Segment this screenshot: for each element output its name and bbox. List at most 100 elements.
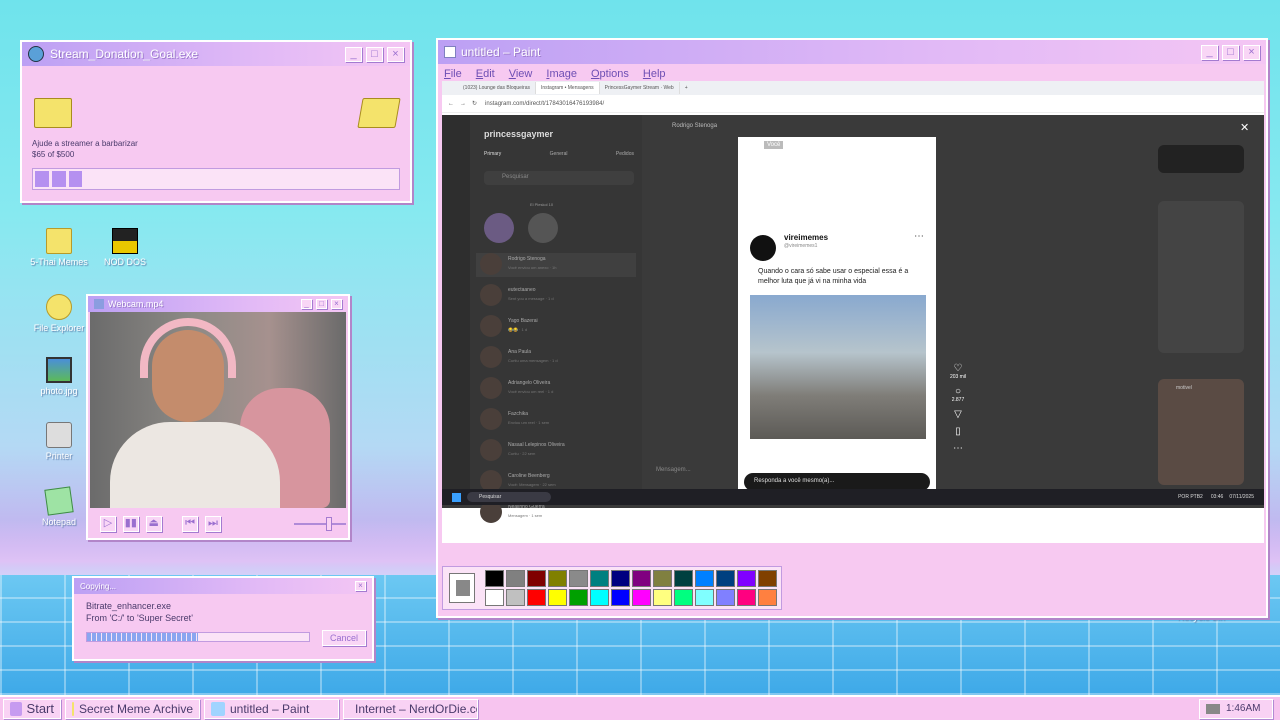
ig-chat-row[interactable]: Rodrigo Stenoga Você enviou um anexo · 1h <box>476 253 636 277</box>
close-button[interactable]: × <box>331 299 342 309</box>
desktop-icon-photo[interactable]: photo.jpg <box>22 357 96 396</box>
colour-cell[interactable] <box>590 570 609 587</box>
close-button[interactable]: × <box>387 46 404 62</box>
windows-search-box[interactable]: Pesquisar <box>467 492 551 502</box>
browser-tab[interactable]: (1023) Lounge das Bloqueiras <box>458 82 536 94</box>
ig-note-avatar[interactable] <box>484 213 514 243</box>
donation-goal-window[interactable]: Stream_Donation_Goal.exe _ □ × Ajude a s… <box>20 40 412 203</box>
close-button[interactable]: × <box>1243 44 1260 60</box>
pause-button[interactable]: ▮▮ <box>122 516 139 532</box>
minimize-button[interactable]: _ <box>1201 44 1218 60</box>
ig-chat-row[interactable]: Adriangelo Oliveira Você enviou um reel ·… <box>476 377 636 401</box>
colour-cell[interactable] <box>569 570 588 587</box>
next-button[interactable]: ⏭ <box>204 516 221 532</box>
colour-cell[interactable] <box>716 589 735 606</box>
colour-cell[interactable] <box>695 570 714 587</box>
desktop-icon-printer[interactable]: Printer <box>22 422 96 461</box>
colour-cell[interactable] <box>758 570 777 587</box>
webcam-titlebar[interactable]: Webcam.mp4 _ □ × <box>88 296 348 312</box>
colour-cell[interactable] <box>506 570 525 587</box>
menu-image[interactable]: Image <box>546 68 577 80</box>
url-text[interactable]: instagram.com/direct/t/17843016476193984… <box>485 101 604 107</box>
colour-cell[interactable] <box>590 589 609 606</box>
ig-chat-row[interactable]: Fazchika Enviou um reel · 1 sem <box>476 408 636 432</box>
browser-tab-active[interactable]: Instagram • Mensagens <box>536 82 600 94</box>
desktop-icon-file-explorer[interactable]: File Explorer <box>22 294 96 333</box>
ig-chat-header[interactable]: Rodrigo Stenoga <box>672 123 717 129</box>
forward-icon[interactable]: → <box>460 101 466 107</box>
current-colour-swatch[interactable] <box>449 573 475 603</box>
paint-titlebar[interactable]: untitled – Paint _ □ × <box>438 40 1266 64</box>
reel-video[interactable] <box>750 295 926 439</box>
colour-cell[interactable] <box>737 570 756 587</box>
colour-cell[interactable] <box>632 589 651 606</box>
close-button[interactable]: × <box>355 581 366 591</box>
ig-tab-requests[interactable]: Pedidos <box>616 151 634 157</box>
ig-message-input[interactable]: Mensagem... <box>656 467 691 473</box>
ig-chat-row[interactable]: eutectaaneo Sent you a message · 1 d <box>476 284 636 308</box>
play-button[interactable]: ▷ <box>100 516 116 532</box>
paint-window[interactable]: untitled – Paint _ □ × File Edit View Im… <box>436 38 1268 618</box>
colour-cell[interactable] <box>674 589 693 606</box>
ig-chat-row[interactable]: Yago Bazerai 😂😂 · 1 d <box>476 315 636 339</box>
colour-cell[interactable] <box>653 570 672 587</box>
eject-button[interactable]: ⏏ <box>145 516 162 532</box>
taskbar-item-internet[interactable]: Internet – NerdOrDie.com <box>343 698 478 719</box>
colour-cell[interactable] <box>611 570 630 587</box>
minimize-button[interactable]: _ <box>345 46 362 62</box>
cancel-button[interactable]: Cancel <box>322 630 366 646</box>
colour-cell[interactable] <box>569 589 588 606</box>
ig-note-avatar[interactable] <box>528 213 558 243</box>
paint-canvas-browser[interactable]: (1023) Lounge das Bloqueiras Instagram •… <box>442 81 1264 543</box>
comment-icon[interactable]: ○ <box>946 386 970 397</box>
menu-options[interactable]: Options <box>591 68 629 80</box>
back-icon[interactable]: ← <box>448 101 454 107</box>
menu-view[interactable]: View <box>509 68 533 80</box>
desktop-icon-thai-memes[interactable]: 5-Thai Memes <box>22 228 96 267</box>
colour-cell[interactable] <box>548 570 567 587</box>
browser-tab[interactable]: PrincessGaymer Stream · Web <box>600 82 680 94</box>
desktop-icon-nod-dos[interactable]: NOD DOS <box>88 228 162 267</box>
reload-icon[interactable]: ↻ <box>472 100 477 107</box>
colour-cell[interactable] <box>758 589 777 606</box>
reel-more-icon[interactable]: ⋯ <box>914 231 924 242</box>
colour-cell[interactable] <box>695 589 714 606</box>
colour-cell[interactable] <box>527 570 546 587</box>
maximize-button[interactable]: □ <box>1222 44 1239 60</box>
menu-file[interactable]: File <box>444 68 462 80</box>
colour-cell[interactable] <box>674 570 693 587</box>
copying-dialog[interactable]: Copying... × Bitrate_enhancer.exe From '… <box>72 576 374 661</box>
menu-help[interactable]: Help <box>643 68 666 80</box>
share-icon[interactable]: ▽ <box>946 409 970 420</box>
ig-chat-row[interactable]: Ana Paula Curtiu uma mensagem · 1 d <box>476 346 636 370</box>
donation-titlebar[interactable]: Stream_Donation_Goal.exe _ □ × <box>22 42 410 66</box>
previous-button[interactable]: ⏮ <box>182 516 198 532</box>
ig-account-name[interactable]: princessgaymer <box>484 129 553 139</box>
webcam-window[interactable]: Webcam.mp4 _ □ × ▷ ▮▮ ⏏ ⏮ ⏭ <box>86 294 350 540</box>
ig-tab-general[interactable]: General <box>550 151 568 157</box>
ig-tab-primary[interactable]: Primary <box>484 151 501 157</box>
colour-cell[interactable] <box>485 570 504 587</box>
colour-cell[interactable] <box>737 589 756 606</box>
ig-chat-row[interactable]: Nasaal Lelepinos Oliveira Curtiu · 22 sem <box>476 439 636 463</box>
reel-viewer[interactable]: Você vireimemes @vireimemes1 ⋯ Quando o … <box>738 137 936 497</box>
maximize-button[interactable]: □ <box>316 299 327 309</box>
volume-thumb[interactable] <box>325 517 332 531</box>
colour-cell[interactable] <box>548 589 567 606</box>
taskbar-item-paint[interactable]: untitled – Paint <box>204 698 339 719</box>
like-icon[interactable]: ♡ <box>946 363 970 374</box>
reel-account[interactable]: vireimemes <box>784 233 828 242</box>
tray-icon[interactable] <box>1206 703 1220 714</box>
start-button[interactable]: Start <box>3 698 61 719</box>
ig-search-input[interactable]: Pesquisar <box>484 171 634 185</box>
new-tab-icon[interactable]: + <box>685 85 688 91</box>
colour-cell[interactable] <box>716 570 735 587</box>
menu-edit[interactable]: Edit <box>476 68 495 80</box>
colour-cell[interactable] <box>611 589 630 606</box>
colour-cell[interactable] <box>485 589 504 606</box>
colour-cell[interactable] <box>506 589 525 606</box>
browser-address-bar[interactable]: ← → ↻ instagram.com/direct/t/17843016476… <box>442 95 1264 113</box>
desktop-icon-notepad[interactable]: Notepad <box>22 486 96 527</box>
colour-cell[interactable] <box>653 589 672 606</box>
colour-cell[interactable] <box>632 570 651 587</box>
